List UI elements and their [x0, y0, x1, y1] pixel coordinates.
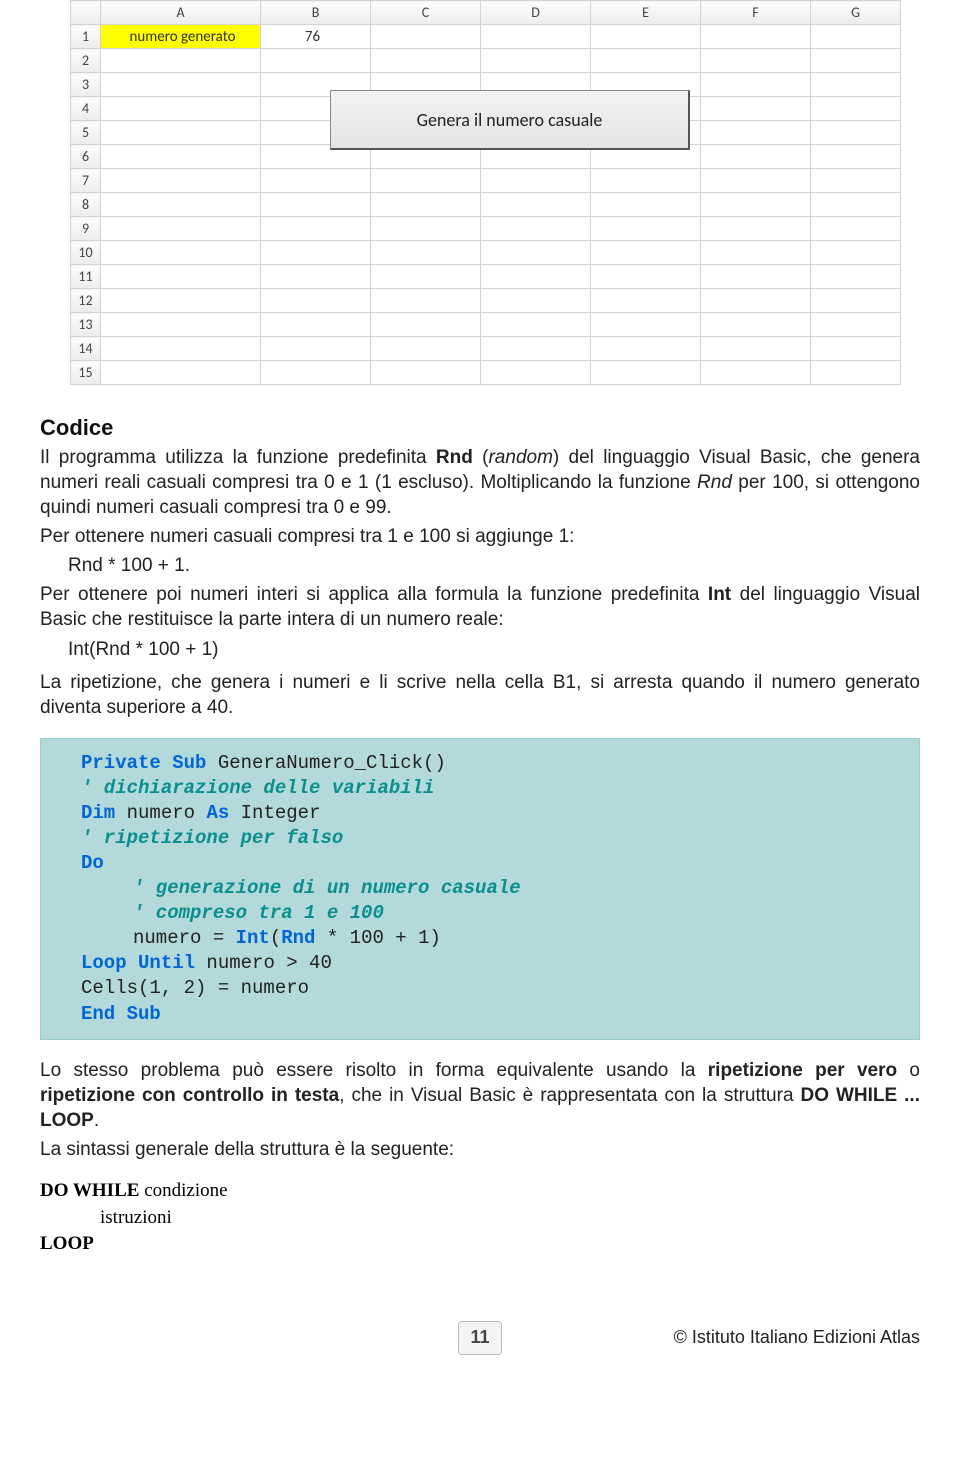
select-all-corner: [71, 1, 101, 25]
code-block: Private Sub GeneraNumero_Click() ' dichi…: [40, 738, 920, 1040]
excel-screenshot: A B C D E F G 1 numero generato 76 2 3 4…: [70, 0, 901, 385]
syntax-line-2: istruzioni: [40, 1205, 920, 1232]
copyright: © Istituto Italiano Edizioni Atlas: [674, 1327, 920, 1348]
col-header-a: A: [101, 1, 261, 25]
paragraph-repetition: La ripetizione, che genera i numeri e li…: [40, 670, 920, 720]
cell-b1: 76: [261, 25, 371, 49]
syntax-line-1: DO WHILE condizione: [40, 1178, 920, 1205]
paragraph-do-while: Lo stesso problema può essere risolto in…: [40, 1058, 920, 1133]
heading-codice: Codice: [40, 415, 920, 441]
paragraph-syntax-intro: La sintassi generale della struttura è l…: [40, 1137, 920, 1162]
paragraph-rnd-intro: Il programma utilizza la funzione predef…: [40, 445, 920, 520]
page-number: 11: [458, 1321, 502, 1355]
col-header-c: C: [371, 1, 481, 25]
formula-2: Int(Rnd * 100 + 1): [40, 637, 920, 662]
paragraph-int: Per ottenere poi numeri interi si applic…: [40, 582, 920, 632]
col-header-e: E: [591, 1, 701, 25]
page-footer: 11 © Istituto Italiano Edizioni Atlas: [40, 1318, 920, 1358]
col-header-d: D: [481, 1, 591, 25]
paragraph-add-one: Per ottenere numeri casuali compresi tra…: [40, 524, 920, 549]
cell-a1: numero generato: [101, 25, 261, 49]
col-header-b: B: [261, 1, 371, 25]
row-header-1: 1: [71, 25, 101, 49]
generate-number-button: Genera il numero casuale: [330, 90, 690, 150]
col-header-f: F: [701, 1, 811, 25]
formula-1: Rnd * 100 + 1.: [40, 553, 920, 578]
syntax-line-3: LOOP: [40, 1231, 920, 1258]
col-header-g: G: [811, 1, 901, 25]
